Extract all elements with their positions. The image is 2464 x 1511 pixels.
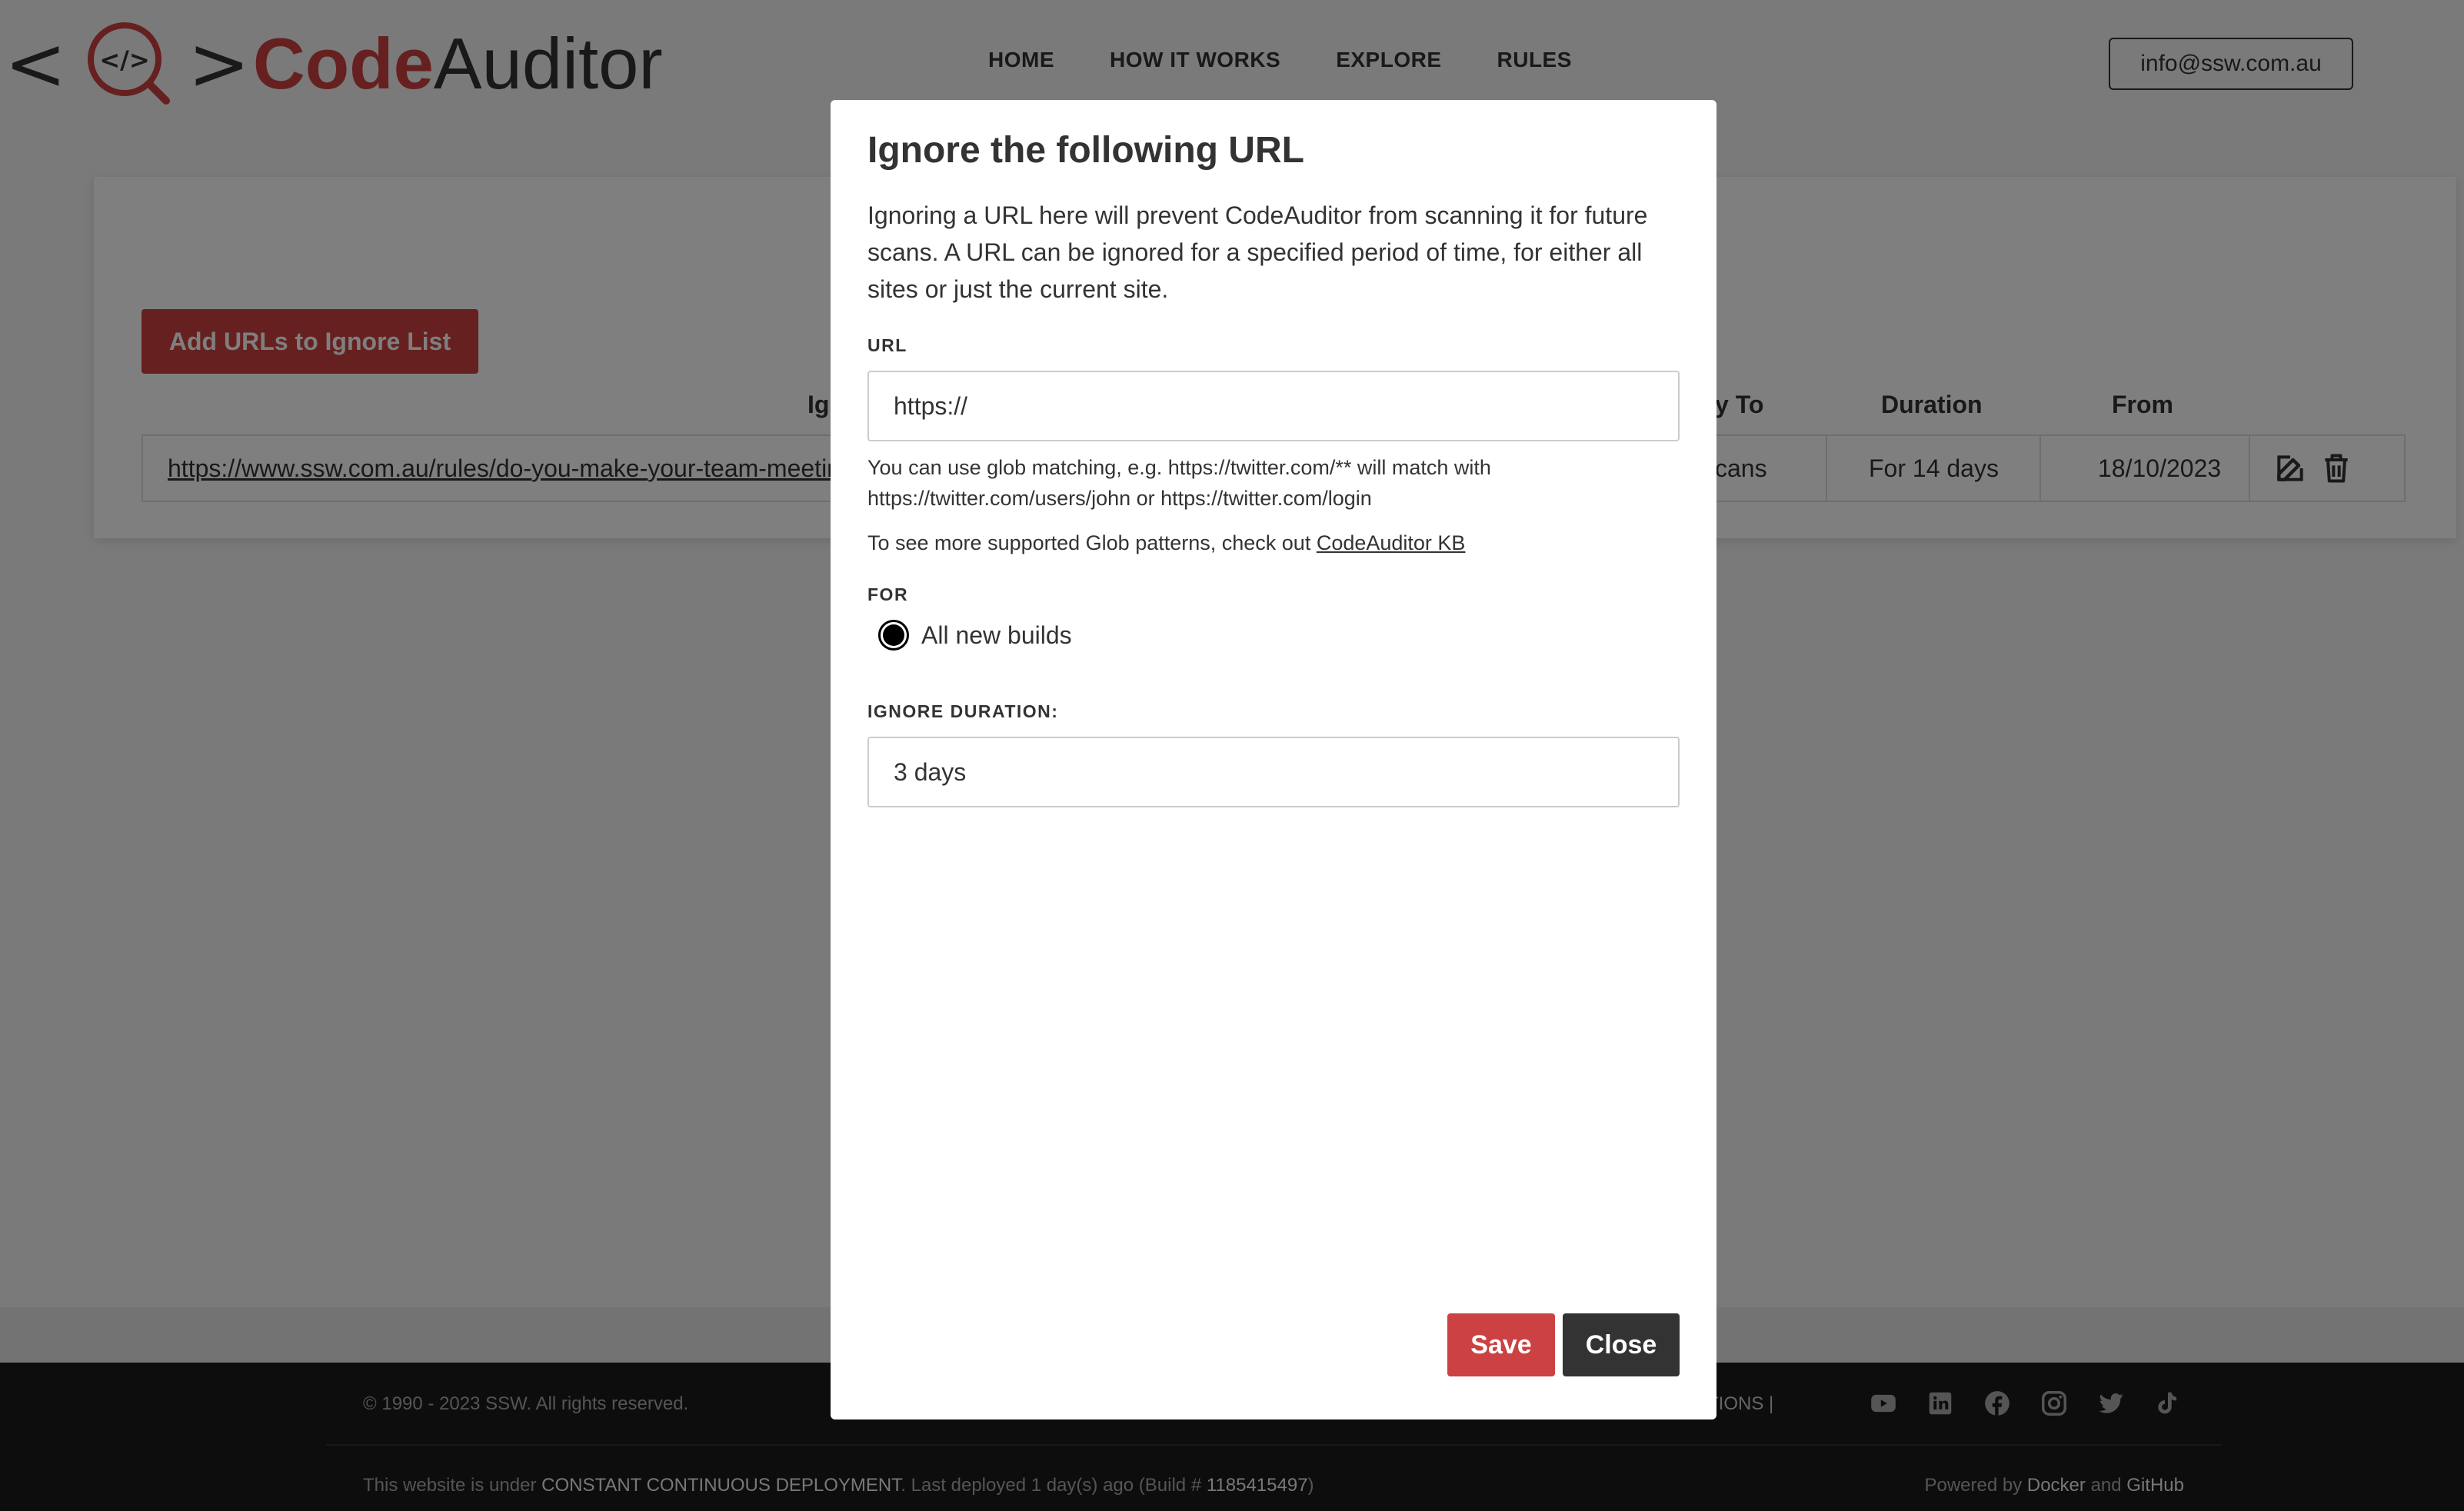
kb-prefix: To see more supported Glob patterns, che… [867,531,1317,554]
radio-selected-icon[interactable] [878,620,909,651]
for-option-label: All new builds [921,621,1072,649]
close-button[interactable]: Close [1563,1313,1680,1376]
modal-description: Ignoring a URL here will prevent CodeAud… [867,201,1648,303]
url-label: URL [867,335,907,355]
kb-help-text: To see more supported Glob patterns, che… [867,528,1683,558]
glob-help-text: You can use glob matching, e.g. https://… [867,456,1491,510]
for-label: FOR [867,584,909,604]
save-button[interactable]: Save [1447,1313,1555,1376]
ignore-duration-label: IGNORE DURATION: [867,701,1059,721]
ignore-duration-select[interactable]: 3 days [867,737,1680,807]
for-radio-option[interactable]: All new builds [878,620,1072,651]
url-input[interactable]: https:// [867,371,1680,441]
ignore-url-modal: Ignore the following URL Ignoring a URL … [831,100,1716,1419]
codeauditor-kb-link[interactable]: CodeAuditor KB [1317,531,1466,554]
modal-title: Ignore the following URL [867,130,1304,171]
